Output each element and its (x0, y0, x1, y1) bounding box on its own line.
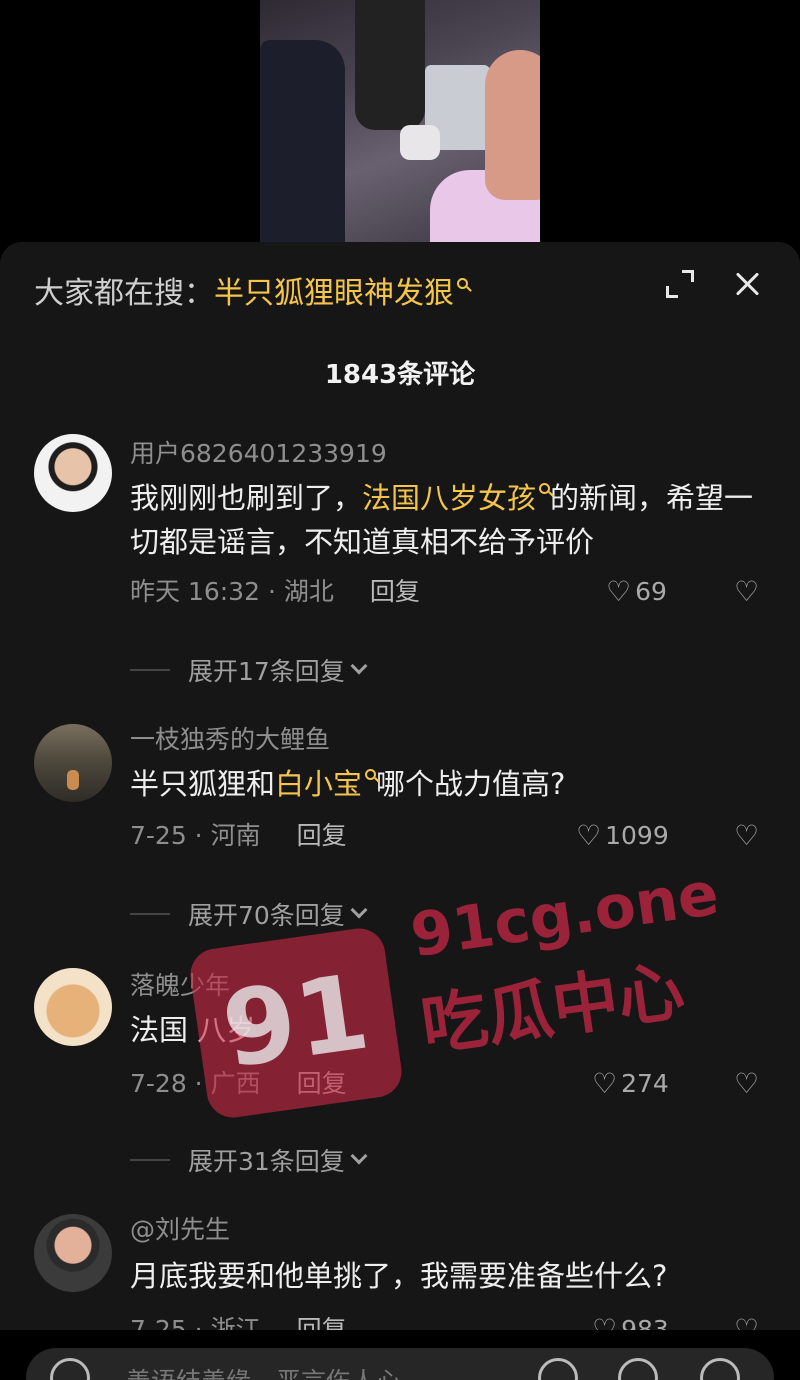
chevron-down-icon (350, 657, 368, 675)
like-count: 1099 (605, 821, 669, 850)
reply-button[interactable]: 回复 (370, 577, 420, 606)
comment-username[interactable]: @刘先生 (130, 1214, 230, 1246)
heart-icon: ♡ (576, 819, 602, 852)
expand-replies-button[interactable]: 展开31条回复 (130, 1142, 368, 1178)
reply-button[interactable]: 回复 (297, 1315, 347, 1330)
divider-line (130, 913, 170, 915)
search-suggestion-term[interactable]: 半只狐狸眼神发狠 (214, 276, 454, 311)
divider-line (130, 669, 170, 671)
comment-text-part: 半只狐狸和 (130, 767, 276, 801)
video-person-face (485, 50, 540, 200)
comment-text-part: 我刚刚也刷到了， (130, 481, 363, 515)
broken-heart-icon[interactable]: ♡ (734, 1314, 759, 1331)
comment-text: 半只狐狸和白小宝 哪个战力值高? (130, 762, 770, 806)
expand-icon[interactable] (666, 270, 694, 298)
expand-replies-label: 展开31条回复 (188, 1147, 345, 1176)
video-shoe (400, 125, 440, 160)
like-button[interactable]: ♡ 983 (592, 1313, 669, 1331)
comment-input-placeholder: 善语结善缘，恶言伤人心 (126, 1362, 401, 1380)
comment-time-location: 7-25 · 浙江 (130, 1315, 261, 1330)
avatar[interactable] (34, 434, 112, 512)
like-button[interactable]: ♡ 274 (592, 1068, 669, 1100)
broken-heart-icon[interactable]: ♡ (734, 576, 759, 608)
like-button[interactable]: ♡ 69 (606, 576, 667, 608)
camera-icon[interactable] (50, 1358, 90, 1380)
avatar[interactable] (34, 724, 112, 802)
avatar[interactable] (34, 1214, 112, 1292)
search-suggestion-prefix: 大家都在搜： (34, 276, 214, 311)
chevron-down-icon (350, 901, 368, 919)
expand-replies-label: 展开70条回复 (188, 901, 345, 930)
emoji-icon[interactable] (618, 1358, 658, 1380)
comment-text: 月底我要和他单挑了，我需要准备些什么? (130, 1254, 770, 1298)
reply-button[interactable]: 回复 (297, 821, 347, 850)
comment-username[interactable]: 一枝独秀的大鲤鱼 (130, 724, 330, 756)
like-count: 69 (635, 577, 667, 606)
comment-text-part: 哪个战力值高? (376, 767, 566, 801)
broken-heart-icon[interactable]: ♡ (734, 1068, 759, 1100)
comment-input[interactable]: 善语结善缘，恶言伤人心 (26, 1348, 774, 1380)
video-person-suit (260, 40, 345, 242)
mention-icon[interactable] (538, 1358, 578, 1380)
video-area[interactable] (0, 0, 800, 242)
watermark-logo-text: 91 (215, 950, 376, 1092)
close-icon[interactable] (732, 268, 764, 300)
video-frame[interactable] (260, 0, 540, 242)
comment-username[interactable]: 用户6826401233919 (130, 438, 387, 470)
like-button[interactable]: ♡ 1099 (576, 820, 669, 852)
heart-icon: ♡ (606, 575, 632, 608)
expand-replies-label: 展开17条回复 (188, 657, 345, 686)
comment-input-bar: 善语结善缘，恶言伤人心 (0, 1330, 800, 1380)
chevron-down-icon (350, 1147, 368, 1165)
avatar[interactable] (34, 968, 112, 1046)
comment-text-part: 月底我要和他单挑了，我需要准备些什么? (130, 1259, 668, 1293)
watermark-logo: 91 (187, 925, 405, 1121)
like-count: 983 (621, 1315, 669, 1330)
comment-search-link[interactable]: 法国八岁女孩 (362, 481, 536, 515)
video-person-legs (355, 0, 425, 130)
comment-search-link[interactable]: 白小宝 (275, 767, 362, 801)
comment-count: 1843条评论 (324, 360, 476, 390)
comment-text: 我刚刚也刷到了，法国八岁女孩 的新闻，希望一切都是谣言，不知道真相不给予评价 (130, 476, 770, 564)
divider-line (130, 1159, 170, 1161)
broken-heart-icon[interactable]: ♡ (734, 820, 759, 852)
comment-time-location: 昨天 16:32 · 湖北 (130, 577, 334, 606)
comments-sheet: 大家都在搜：半只狐狸眼神发狠 1843条评论 用户6826401233919 我… (0, 242, 800, 1330)
search-suggestion[interactable]: 大家都在搜：半只狐狸眼神发狠 (34, 274, 468, 314)
search-icon (457, 278, 468, 289)
expand-replies-button[interactable]: 展开17条回复 (130, 652, 368, 688)
heart-icon: ♡ (592, 1313, 618, 1331)
comment-meta: 7-25 · 浙江 回复 (130, 1314, 347, 1330)
comment-time-location: 7-25 · 河南 (130, 821, 261, 850)
comment-meta: 昨天 16:32 · 湖北 回复 (130, 576, 420, 608)
heart-icon: ♡ (592, 1067, 618, 1100)
expand-replies-button[interactable]: 展开70条回复 (130, 896, 368, 932)
search-icon (539, 483, 551, 494)
like-count: 274 (621, 1069, 669, 1098)
add-icon[interactable] (700, 1358, 740, 1380)
comment-meta: 7-25 · 河南 回复 (130, 820, 347, 852)
search-icon (365, 769, 377, 780)
